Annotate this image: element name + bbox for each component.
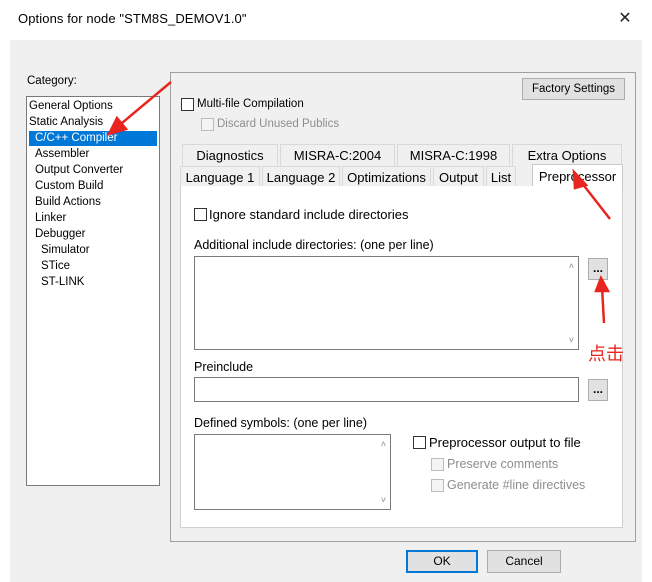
discard-unused-checkbox[interactable]: [201, 118, 214, 131]
additional-include-label: Additional include directories: (one per…: [194, 238, 434, 252]
tab-diagnostics[interactable]: Diagnostics: [182, 144, 278, 166]
defined-symbols-label: Defined symbols: (one per line): [194, 416, 367, 430]
pp-output-checkbox[interactable]: [413, 436, 426, 449]
cancel-button[interactable]: Cancel: [487, 550, 561, 573]
category-item-static-analysis[interactable]: Static Analysis: [29, 116, 103, 128]
multifile-label: Multi-file Compilation: [197, 98, 304, 110]
category-item-custom-build[interactable]: Custom Build: [35, 180, 103, 192]
additional-include-textarea[interactable]: ˄ ˅: [194, 256, 579, 350]
ignore-std-include-checkbox[interactable]: [194, 208, 207, 221]
category-item-debugger[interactable]: Debugger: [35, 228, 86, 240]
generate-line-label: Generate #line directives: [447, 478, 586, 492]
category-item-linker[interactable]: Linker: [35, 212, 66, 224]
tab-misra-c-1998[interactable]: MISRA-C:1998: [397, 144, 510, 166]
category-item-assembler[interactable]: Assembler: [35, 148, 89, 160]
category-item-c-cpp-compiler[interactable]: C/C++ Compiler: [29, 131, 157, 146]
category-list[interactable]: General Options Static Analysis C/C++ Co…: [26, 96, 160, 486]
scroll-up-icon[interactable]: ˄: [569, 261, 574, 271]
ignore-std-include-label: Ignore standard include directories: [209, 207, 409, 222]
multifile-checkbox[interactable]: [181, 98, 194, 111]
browse-preinclude-button[interactable]: ...: [588, 379, 608, 401]
close-icon[interactable]: ✕: [612, 6, 638, 32]
annotation-click-text: 点击: [588, 344, 624, 364]
category-item-st-link[interactable]: ST-LINK: [41, 276, 84, 288]
preserve-comments-checkbox[interactable]: [431, 458, 444, 471]
tab-preprocessor[interactable]: Preprocessor: [532, 164, 623, 188]
browse-include-button[interactable]: ...: [588, 258, 608, 280]
factory-settings-button[interactable]: Factory Settings: [522, 78, 625, 100]
category-item-output-converter[interactable]: Output Converter: [35, 164, 123, 176]
preinclude-input[interactable]: [194, 377, 579, 402]
defined-symbols-textarea[interactable]: ˄ ˅: [194, 434, 391, 510]
tab-language-1[interactable]: Language 1: [180, 166, 260, 188]
tab-optimizations[interactable]: Optimizations: [342, 166, 431, 188]
scroll-down-icon[interactable]: ˅: [381, 495, 386, 505]
preinclude-label: Preinclude: [194, 360, 254, 374]
tab-extra-options[interactable]: Extra Options: [512, 144, 622, 166]
discard-unused-label: Discard Unused Publics: [217, 118, 340, 130]
category-item-simulator[interactable]: Simulator: [41, 244, 90, 256]
tab-output[interactable]: Output: [433, 166, 484, 188]
category-item-stice[interactable]: STice: [41, 260, 70, 272]
generate-line-checkbox[interactable]: [431, 479, 444, 492]
tab-list[interactable]: List: [486, 166, 516, 188]
category-item-general-options[interactable]: General Options: [29, 100, 113, 112]
window-title: Options for node "STM8S_DEMOV1.0": [18, 11, 247, 26]
tab-language-2[interactable]: Language 2: [262, 166, 340, 188]
preserve-comments-label: Preserve comments: [447, 457, 559, 471]
scroll-up-icon[interactable]: ˄: [381, 439, 386, 449]
tab-misra-c-2004[interactable]: MISRA-C:2004: [280, 144, 395, 166]
ok-button[interactable]: OK: [406, 550, 478, 573]
category-item-build-actions[interactable]: Build Actions: [35, 196, 101, 208]
pp-output-label: Preprocessor output to file: [429, 435, 581, 450]
scroll-down-icon[interactable]: ˅: [569, 335, 574, 345]
category-label: Category:: [27, 75, 77, 87]
